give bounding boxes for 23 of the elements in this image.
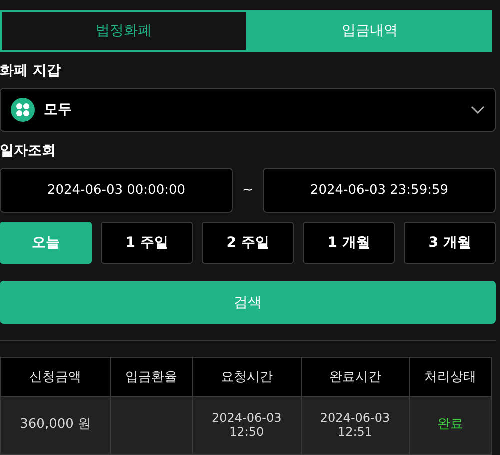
tab[interactable]: 법정화폐 — [0, 10, 248, 52]
chevron-down-icon — [471, 106, 485, 114]
period-button[interactable]: 3 개월 — [404, 222, 496, 264]
period-button[interactable]: 2 주일 — [202, 222, 294, 264]
start-date-field[interactable]: 2024-06-03 00:00:00 — [0, 168, 233, 212]
period-button[interactable]: 1 개월 — [303, 222, 395, 264]
column-header: 처리상태 — [410, 358, 492, 396]
column-header: 입금환율 — [110, 358, 193, 396]
wallet-label: 화폐 지갑 — [0, 62, 61, 81]
select-value: 모두 — [44, 100, 73, 119]
date-query-label: 일자조회 — [0, 142, 56, 160]
column-header: 신청금액 — [0, 358, 111, 396]
table-cell: 2024-06-03 12:51 — [301, 396, 410, 454]
column-header: 요청시간 — [192, 358, 302, 396]
status-cell: 완료 — [410, 396, 492, 454]
column-header: 완료시간 — [301, 358, 410, 396]
table-cell: 2024-06-03 12:50 — [192, 396, 302, 454]
end-date-field[interactable]: 2024-06-03 23:59:59 — [263, 168, 496, 212]
table-cell: 360,000 원 — [0, 396, 111, 454]
wallet-select[interactable]: 모두 — [0, 88, 496, 132]
range-separator: ~ — [242, 182, 254, 198]
period-button[interactable]: 1 주일 — [101, 222, 193, 264]
grid-dots-icon — [11, 98, 35, 122]
